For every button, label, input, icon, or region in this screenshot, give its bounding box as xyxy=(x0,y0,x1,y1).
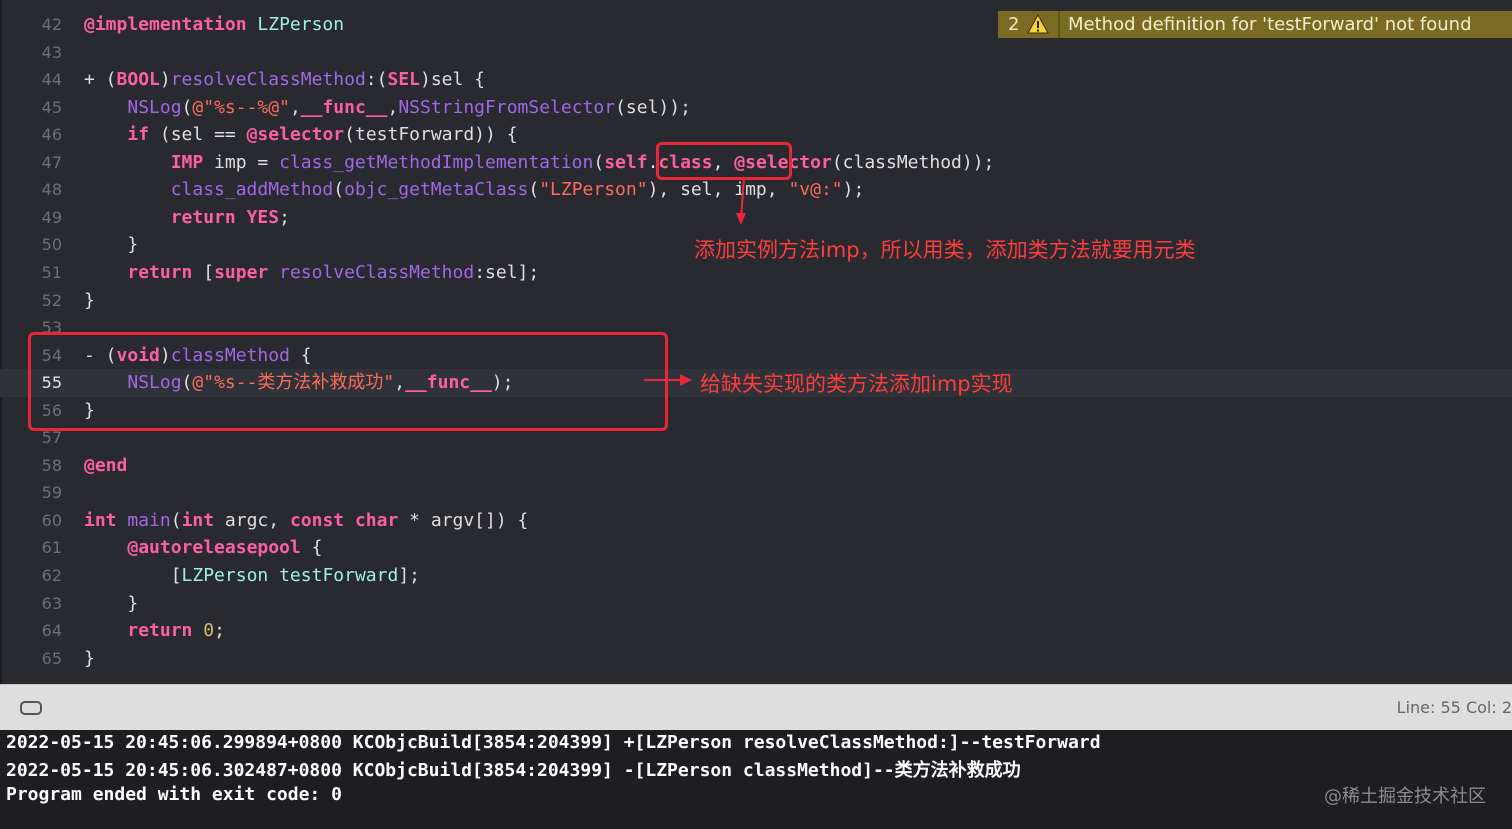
annotation-meta-class-note: 添加实例方法imp，所以用类，添加类方法就要用元类 xyxy=(694,238,1196,262)
line-number: 43 xyxy=(41,42,62,62)
line-number: 44 xyxy=(41,70,62,90)
code-text: } xyxy=(84,234,139,256)
code-text: return YES; xyxy=(170,206,290,228)
line-number: 65 xyxy=(41,648,62,668)
line-number: 51 xyxy=(41,262,62,282)
line-number: 59 xyxy=(41,483,62,503)
arrow-down-icon xyxy=(736,176,746,225)
warning-separator xyxy=(1058,11,1060,38)
line-number: 52 xyxy=(41,290,62,310)
code-line[interactable]: 45 NSLog(@"%s--%@",__func__,NSStringFrom… xyxy=(0,94,1512,122)
highlight-self-class xyxy=(656,142,792,180)
warning-count: 2 xyxy=(1008,14,1020,35)
arrow-right-icon xyxy=(644,374,692,386)
line-number: 49 xyxy=(41,207,62,227)
code-line[interactable]: 60 int main(int argc, const char * argv[]… xyxy=(0,507,1512,535)
line-number: 63 xyxy=(41,593,62,613)
line-number: 46 xyxy=(41,125,62,145)
code-text: @end xyxy=(84,454,128,476)
code-text: int main(int argc, const char * argv[]) … xyxy=(84,509,529,531)
cursor-position: Line: 55 Col: 2 xyxy=(1396,698,1512,717)
line-number: 58 xyxy=(41,455,62,475)
console-line: Program ended with exit code: 0 xyxy=(6,784,342,805)
console-line: 2022-05-15 20:45:06.299894+0800 KCObjcBu… xyxy=(6,732,1101,753)
code-editor[interactable]: 42 @implementation LZPerson 43 44 + (BOOL)re… xyxy=(0,0,1512,684)
code-line[interactable]: 62 [LZPerson testForward]; xyxy=(0,562,1512,590)
code-line[interactable]: 59 xyxy=(0,479,1512,507)
code-text: + (BOOL)resolveClassMethod:(SEL)sel { xyxy=(84,69,486,91)
annotation-imp-note: 给缺失实现的类方法添加imp实现 xyxy=(700,372,1013,396)
status-bar: Line: 55 Col: 2 xyxy=(0,684,1512,730)
highlight-class-method-block xyxy=(28,332,668,431)
watermark: @稀土掘金技术社区 xyxy=(1324,786,1486,807)
line-number: 64 xyxy=(41,621,62,641)
line-number: 62 xyxy=(41,566,62,585)
code-text: if (sel == @selector(testForward)) { xyxy=(127,124,518,146)
code-text: } xyxy=(84,289,95,311)
code-line[interactable]: 63 } xyxy=(0,590,1512,618)
line-number: 61 xyxy=(41,538,62,558)
code-text: @implementation LZPerson xyxy=(84,14,345,35)
code-line[interactable]: 61 @autoreleasepool { xyxy=(0,534,1512,562)
console-output[interactable]: 2022-05-15 20:45:06.299894+0800 KCObjcBu… xyxy=(0,730,1512,829)
line-number: 50 xyxy=(41,235,62,255)
line-number: 48 xyxy=(41,180,62,200)
code-line[interactable]: 48 class_addMethod(objc_getMetaClass("LZ… xyxy=(0,176,1512,204)
console-line: 2022-05-15 20:45:06.302487+0800 KCObjcBu… xyxy=(6,760,1021,781)
line-number: 47 xyxy=(41,152,62,172)
code-text: } xyxy=(84,592,139,614)
code-text: [LZPerson testForward]; xyxy=(84,565,420,586)
code-text: @autoreleasepool { xyxy=(127,537,323,559)
code-line[interactable]: 58 @end xyxy=(0,452,1512,480)
warning-message[interactable]: Method definition for 'testForward' not … xyxy=(1068,11,1472,38)
code-line[interactable]: 65} xyxy=(0,645,1512,673)
code-text: return 0; xyxy=(127,620,225,642)
code-text: return [super resolveClassMethod:sel]; xyxy=(127,261,540,283)
code-text: NSLog(@"%s--%@",__func__,NSStringFromSel… xyxy=(127,96,691,118)
code-line[interactable]: 49 return YES; xyxy=(0,204,1512,232)
warning-icon xyxy=(1027,13,1049,34)
line-number: 45 xyxy=(41,97,62,117)
line-number: 60 xyxy=(41,510,62,530)
toggle-debug-area-icon[interactable] xyxy=(20,701,42,715)
line-number: 42 xyxy=(41,15,62,34)
code-text: IMP imp = class_getMethodImplementation(… xyxy=(170,151,995,173)
code-line[interactable]: 44 + (BOOL)resolveClassMethod:(SEL)sel { xyxy=(0,66,1512,94)
code-line[interactable]: 52} xyxy=(0,287,1512,315)
code-text: } xyxy=(84,647,95,669)
code-line[interactable]: 43 xyxy=(0,39,1512,67)
code-line[interactable]: 64 return 0; xyxy=(0,617,1512,645)
